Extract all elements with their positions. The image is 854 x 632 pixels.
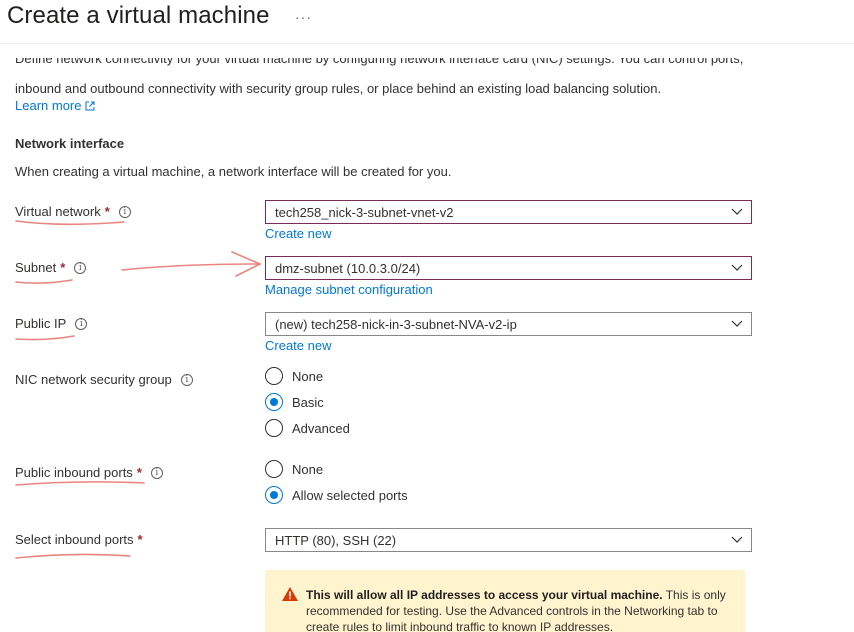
select-inbound-ports-label-text: Select inbound ports (15, 532, 134, 547)
select-inbound-ports-value: HTTP (80), SSH (22) (275, 532, 397, 548)
chevron-down-icon (731, 320, 743, 327)
annotation-arrowhead (231, 251, 262, 277)
public-inbound-ports-option-allow-selected[interactable]: Allow selected ports (265, 486, 408, 504)
virtual-network-value: tech258_nick-3-subnet-vnet-v2 (275, 204, 454, 220)
public-ip-value: (new) tech258-nick-in-3-subnet-NVA-v2-ip (275, 316, 517, 332)
annotation-underline-select-inbound-ports (15, 553, 131, 559)
warning-text: This will allow all IP addresses to acce… (306, 587, 731, 632)
option-label: Advanced (292, 420, 350, 436)
intro-description: inbound and outbound connectivity with s… (15, 81, 662, 96)
virtual-network-dropdown[interactable]: tech258_nick-3-subnet-vnet-v2 (265, 200, 752, 224)
chevron-down-icon (731, 264, 743, 271)
info-icon[interactable]: i (150, 466, 163, 479)
required-marker: * (137, 532, 143, 547)
required-marker: * (136, 465, 142, 480)
radio-button-selected[interactable] (265, 393, 283, 411)
chevron-down-icon (731, 208, 743, 215)
section-description: When creating a virtual machine, a netwo… (15, 164, 452, 179)
more-options-button[interactable]: ··· (295, 9, 312, 25)
header-divider (0, 43, 854, 44)
create-new-public-ip-link[interactable]: Create new (265, 338, 331, 353)
nic-nsg-option-none[interactable]: None (265, 367, 323, 385)
public-ip-dropdown[interactable]: (new) tech258-nick-in-3-subnet-NVA-v2-ip (265, 312, 752, 336)
subnet-label-text: Subnet (15, 260, 57, 275)
public-ip-label-text: Public IP (15, 316, 67, 331)
external-link-icon (85, 101, 95, 110)
option-label: Allow selected ports (292, 487, 408, 503)
warning-bold-text: This will allow all IP addresses to acce… (306, 588, 663, 602)
info-icon[interactable]: i (74, 261, 87, 274)
virtual-network-label: Virtual network * i (15, 204, 131, 219)
subnet-label: Subnet * i (15, 260, 87, 275)
annotation-underline-subnet (15, 279, 73, 284)
nic-nsg-option-advanced[interactable]: Advanced (265, 419, 350, 437)
annotation-underline-public-inbound-ports (15, 481, 145, 486)
option-label: None (292, 461, 324, 477)
annotation-arrow-shaft (121, 263, 259, 271)
page: Create a virtual machine ··· Define netw… (0, 0, 854, 632)
info-icon[interactable]: i (75, 317, 88, 330)
warning-icon (282, 587, 298, 601)
manage-subnet-configuration-link[interactable]: Manage subnet configuration (265, 282, 433, 297)
annotation-underline-virtual-network (15, 220, 125, 226)
radio-button-selected[interactable] (265, 486, 283, 504)
required-marker: * (60, 260, 66, 275)
intro-clipped-line: Define network connectivity for your vir… (15, 58, 744, 66)
nic-nsg-option-basic[interactable]: Basic (265, 393, 324, 411)
nic-nsg-label: NIC network security group i (15, 372, 193, 387)
public-inbound-ports-label-text: Public inbound ports (15, 465, 133, 480)
radio-button[interactable] (265, 367, 283, 385)
radio-button[interactable] (265, 419, 283, 437)
public-ip-label: Public IP i (15, 316, 88, 331)
info-icon[interactable]: i (180, 373, 193, 386)
nic-nsg-label-text: NIC network security group (15, 372, 172, 387)
section-title: Network interface (15, 136, 125, 151)
subnet-dropdown[interactable]: dmz-subnet (10.0.3.0/24) (265, 256, 752, 280)
public-inbound-ports-option-none[interactable]: None (265, 460, 323, 478)
warning-message-box: This will allow all IP addresses to acce… (265, 570, 745, 632)
required-marker: * (104, 204, 110, 219)
intro-clipped-line-container: Define network connectivity for your vir… (15, 58, 775, 74)
select-inbound-ports-dropdown[interactable]: HTTP (80), SSH (22) (265, 528, 752, 552)
option-label: Basic (292, 394, 324, 410)
page-title: Create a virtual machine (7, 2, 270, 29)
radio-button[interactable] (265, 460, 283, 478)
virtual-network-label-text: Virtual network (15, 204, 101, 219)
chevron-down-icon (731, 536, 743, 543)
option-label: None (292, 368, 324, 384)
learn-more-label: Learn more (15, 98, 82, 113)
info-icon[interactable]: i (118, 205, 131, 218)
learn-more-link[interactable]: Learn more (15, 98, 95, 113)
subnet-value: dmz-subnet (10.0.3.0/24) (275, 260, 421, 276)
public-inbound-ports-label: Public inbound ports * i (15, 465, 163, 480)
create-new-virtual-network-link[interactable]: Create new (265, 226, 331, 241)
annotation-underline-public-ip (15, 335, 75, 341)
select-inbound-ports-label: Select inbound ports * (15, 532, 143, 547)
